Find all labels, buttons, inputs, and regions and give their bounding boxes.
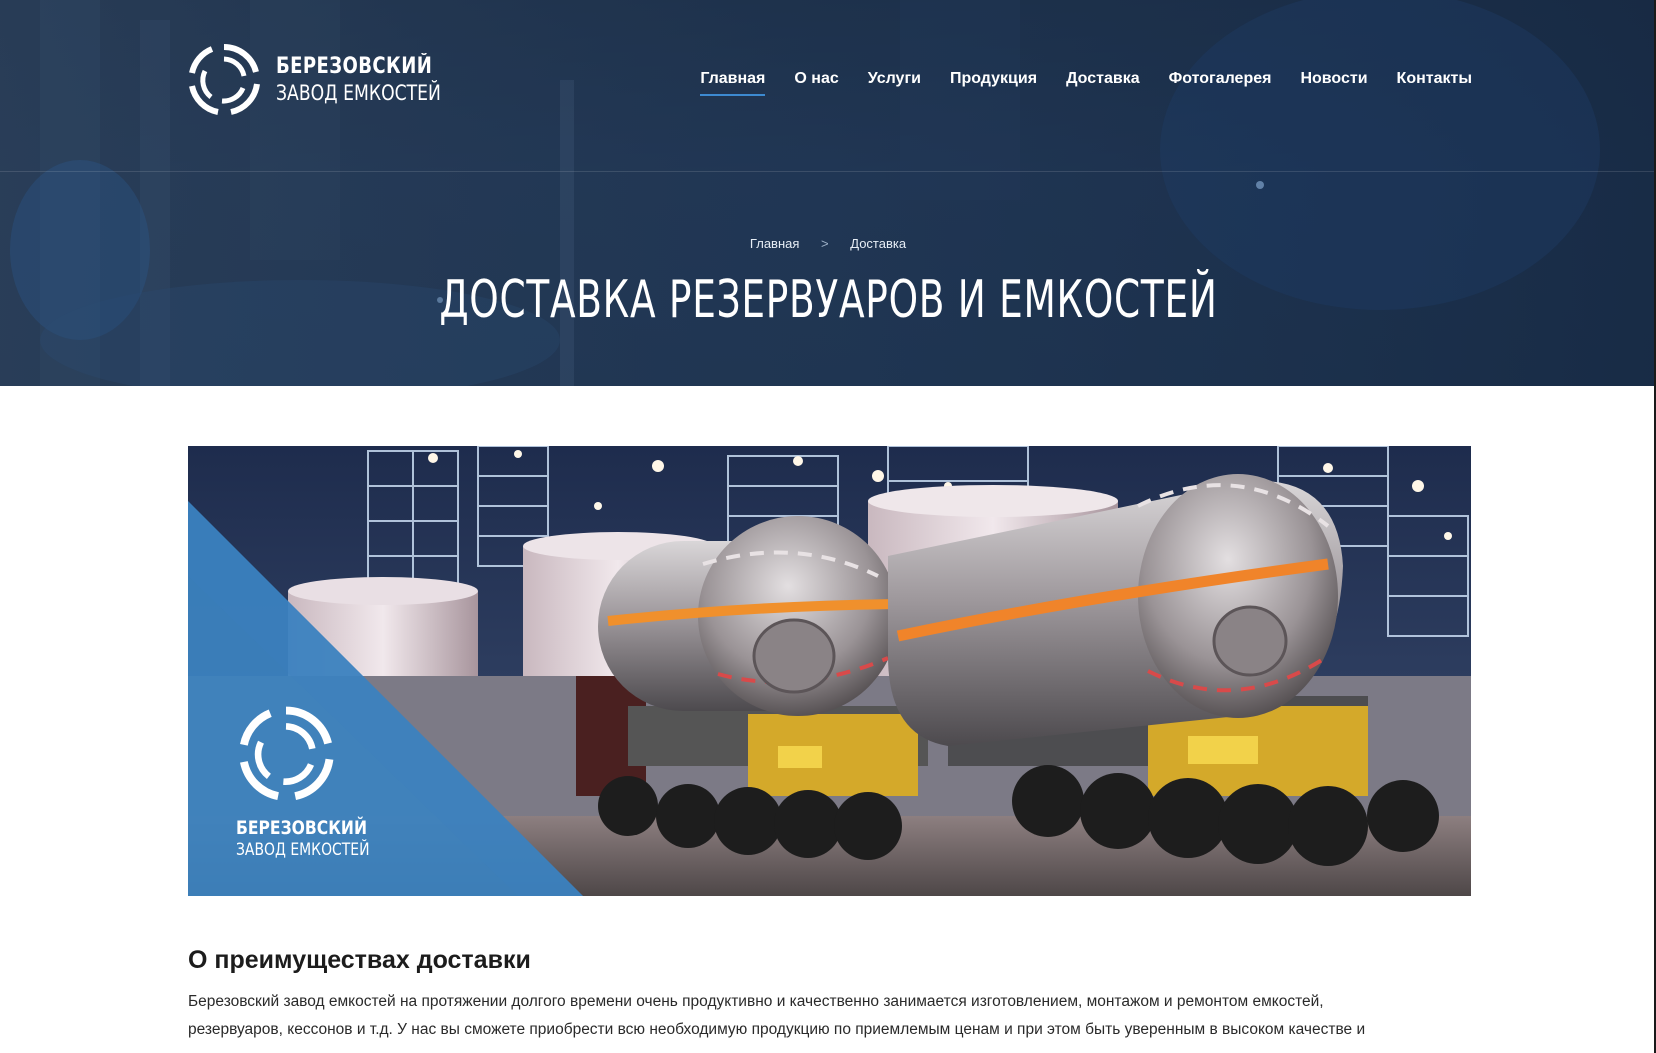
hero-header: БЕРЕЗОВСКИЙ ЗАВОД ЕМКОСТЕЙ Главная О нас… — [0, 0, 1656, 386]
page-title: ДОСТАВКА РЕЗЕРВУАРОВ И ЕМКОСТЕЙ — [0, 270, 1656, 330]
site-logo[interactable]: БЕРЕЗОВСКИЙ ЗАВОД ЕМКОСТЕЙ — [186, 42, 446, 118]
paragraph-line: резервуаров, кессонов и т.д. У нас вы см… — [188, 1021, 1366, 1038]
main-nav: Главная О нас Услуги Продукция Доставка … — [671, 66, 1472, 96]
breadcrumb: Главная > Доставка — [0, 236, 1656, 251]
nav-item-contacts[interactable]: Контакты — [1397, 66, 1472, 96]
nav-item-gallery[interactable]: Фотогалерея — [1169, 66, 1272, 96]
nav-item-news[interactable]: Новости — [1300, 66, 1367, 96]
nav-item-about[interactable]: О нас — [794, 66, 838, 96]
banner-logo-subtitle: ЗАВОД ЕМКОСТЕЙ — [236, 840, 370, 860]
logo-title: БЕРЕЗОВСКИЙ — [276, 54, 433, 79]
section-title: О преимуществах доставки — [188, 946, 531, 974]
breadcrumb-chevron-icon: > — [821, 236, 829, 251]
breadcrumb-home-link[interactable]: Главная — [750, 236, 799, 251]
section-paragraph: Березовский завод емкостей на протяжении… — [188, 988, 1471, 1044]
banner-logo-title: БЕРЕЗОВСКИЙ — [236, 817, 368, 839]
logo-subtitle: ЗАВОД ЕМКОСТЕЙ — [276, 81, 441, 105]
breadcrumb-current: Доставка — [850, 236, 907, 251]
nav-item-products[interactable]: Продукция — [950, 66, 1037, 96]
nav-item-home[interactable]: Главная — [700, 66, 766, 96]
delivery-banner-image: БЕРЕЗОВСКИЙ ЗАВОД ЕМКОСТЕЙ — [188, 446, 1471, 896]
paragraph-line: Березовский завод емкостей на протяжении… — [188, 993, 1324, 1010]
nav-item-delivery[interactable]: Доставка — [1066, 66, 1140, 96]
page-title-text: ДОСТАВКА РЕЗЕРВУАРОВ И ЕМКОСТЕЙ — [438, 270, 1218, 330]
banner-logo: БЕРЕЗОВСКИЙ ЗАВОД ЕМКОСТЕЙ — [236, 704, 436, 859]
brand-ring-icon — [240, 706, 334, 800]
nav-item-services[interactable]: Услуги — [868, 66, 921, 96]
top-bar: БЕРЕЗОВСКИЙ ЗАВОД ЕМКОСТЕЙ Главная О нас… — [0, 0, 1656, 172]
brand-ring-icon — [189, 44, 260, 115]
